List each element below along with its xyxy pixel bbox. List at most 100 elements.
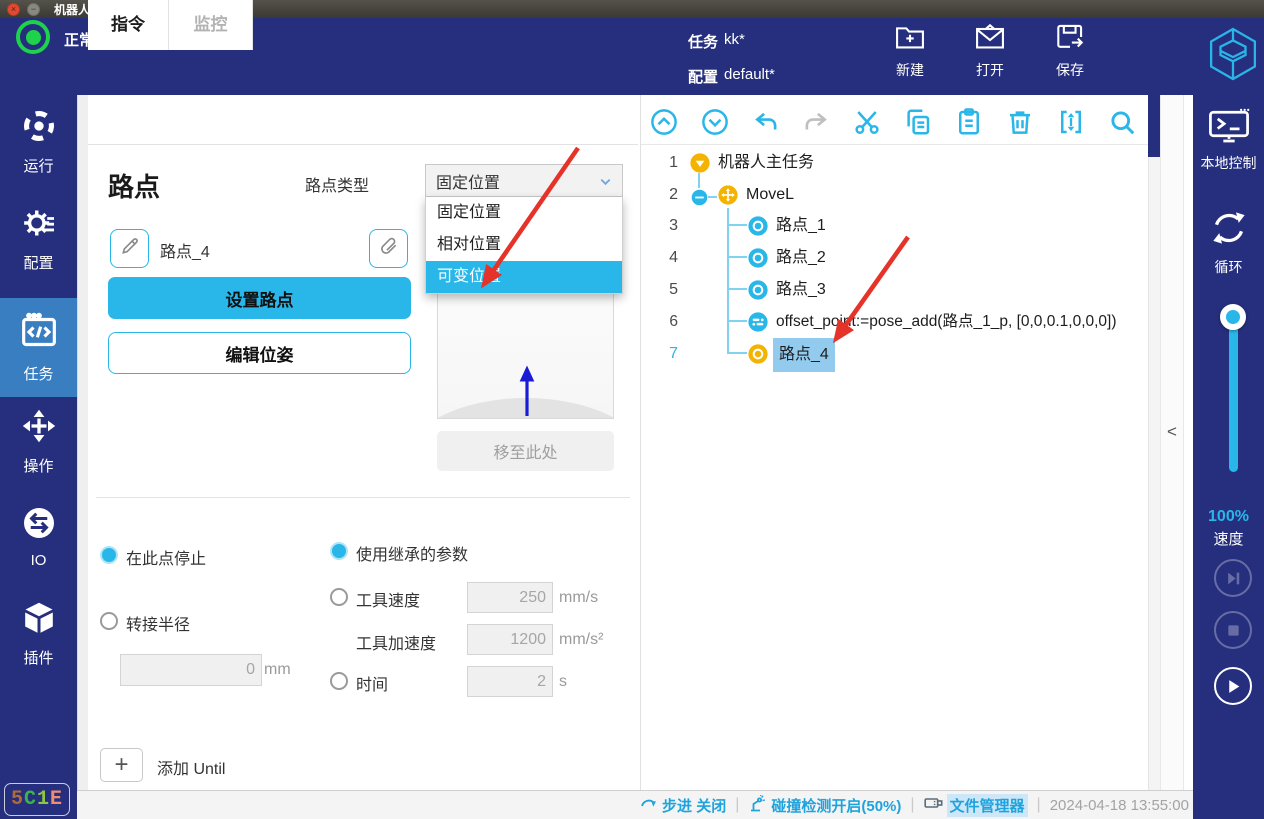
blend-radius-label: 转接半径 <box>126 611 190 635</box>
sidebar-item-run[interactable]: 运行 <box>0 108 77 182</box>
cut-button[interactable] <box>849 104 885 140</box>
move-here-button[interactable]: 移至此处 <box>437 431 614 471</box>
tree-node-label: offset_point:=pose_add(路点_1_p, [0,0,0.1,… <box>776 306 1117 338</box>
step-mode-status[interactable]: 步进 关闭 <box>640 795 726 816</box>
tab-monitor[interactable]: 监控 <box>169 0 253 50</box>
collapse-panel-button[interactable]: < <box>1164 420 1180 444</box>
stop-here-label: 在此点停止 <box>126 545 206 569</box>
tool-accel-unit: mm/s² <box>559 631 603 649</box>
open-button[interactable]: 打开 <box>963 22 1017 80</box>
speed-slider-track[interactable] <box>1229 316 1238 472</box>
panel-gap <box>77 95 88 819</box>
line-number: 6 <box>640 306 678 338</box>
inherit-params-radio[interactable] <box>330 542 348 560</box>
waypoint-type-dropdown: 固定位置 相对位置 可变位置 <box>425 197 623 294</box>
new-button[interactable]: 新建 <box>883 22 937 80</box>
edit-pose-button[interactable]: 编辑位姿 <box>108 332 411 374</box>
sidebar-item-io[interactable]: IO <box>0 505 77 579</box>
line-number: 5 <box>640 274 678 306</box>
blend-radius-input[interactable] <box>120 654 262 686</box>
search-icon[interactable] <box>1104 104 1140 140</box>
step-mode-icon <box>640 796 658 815</box>
tree-row-waypoint4-selected[interactable]: 7 路点_4 <box>640 338 1140 370</box>
config-value: default* <box>724 66 775 83</box>
set-waypoint-button[interactable]: 设置路点 <box>108 277 411 319</box>
window-minimize-button[interactable]: − <box>27 3 40 16</box>
add-until-label: 添加 Until <box>157 755 225 779</box>
pencil-icon <box>120 236 140 261</box>
time-radio[interactable] <box>330 672 348 690</box>
stop-button[interactable] <box>1214 611 1252 649</box>
speed-slider-thumb[interactable] <box>1220 304 1246 330</box>
tree-row-movel[interactable]: 2 MoveL <box>640 179 1140 211</box>
rename-button[interactable] <box>110 229 149 268</box>
status-separator: | <box>735 796 739 814</box>
tree-node-label: 路点_4 <box>773 338 835 372</box>
sidebar-item-operate[interactable]: 操作 <box>0 408 77 482</box>
insert-button[interactable] <box>1053 104 1089 140</box>
step-forward-button[interactable] <box>1214 559 1252 597</box>
move-up-button[interactable] <box>646 104 682 140</box>
tool-accel-input[interactable] <box>467 624 553 655</box>
move-down-button[interactable] <box>697 104 733 140</box>
sidebar-item-config[interactable]: 配置 <box>0 205 77 279</box>
device-code-badge: 5C1E <box>4 783 70 816</box>
brand-logo-icon <box>1208 26 1258 87</box>
window-close-button[interactable]: × <box>7 3 20 16</box>
tree-node-label: 路点_3 <box>776 274 826 306</box>
chevron-down-icon <box>598 174 613 194</box>
tree-node-label: 路点_2 <box>776 242 826 274</box>
page-title: 路点 <box>108 167 160 204</box>
save-button[interactable]: 保存 <box>1043 22 1097 80</box>
loop-button[interactable]: 循环 <box>1193 208 1264 277</box>
tabbar-divider <box>88 144 638 145</box>
tool-speed-unit: mm/s <box>559 589 598 607</box>
blend-radius-unit: mm <box>264 661 291 679</box>
status-separator: | <box>910 796 914 814</box>
section-divider <box>96 497 630 498</box>
tree-row-assignment[interactable]: 6 offset_point:=pose_add(路点_1_p, [0,0,0.… <box>640 306 1160 338</box>
tree-scrollbar-thumb[interactable] <box>1148 95 1160 157</box>
waypoint-selected-icon <box>747 343 769 377</box>
undo-button[interactable] <box>748 104 784 140</box>
time-label: 时间 <box>356 671 388 695</box>
play-button[interactable] <box>1214 667 1252 705</box>
config-label: 配置 <box>688 66 718 87</box>
sidebar-item-plugin[interactable]: 插件 <box>0 600 77 674</box>
dropdown-option-relative[interactable]: 相对位置 <box>426 229 622 261</box>
dropdown-option-fixed[interactable]: 固定位置 <box>426 197 622 229</box>
tree-row-waypoint1[interactable]: 3 路点_1 <box>640 210 1140 242</box>
tree-node-label: 机器人主任务 <box>718 147 814 179</box>
copy-button[interactable] <box>900 104 936 140</box>
blend-radius-radio[interactable] <box>100 612 118 630</box>
redo-button[interactable] <box>798 104 834 140</box>
line-number: 4 <box>640 242 678 274</box>
tool-speed-input[interactable] <box>467 582 553 613</box>
add-until-button[interactable]: + <box>100 748 143 782</box>
local-control-button[interactable]: 本地控制 <box>1193 108 1264 173</box>
tool-speed-radio[interactable] <box>330 588 348 606</box>
stop-here-radio[interactable] <box>100 546 118 564</box>
waypoint-name: 路点_4 <box>160 238 210 262</box>
paperclip-icon <box>379 236 399 261</box>
time-input[interactable] <box>467 666 553 697</box>
dropdown-option-variable[interactable]: 可变位置 <box>426 261 622 293</box>
waypoint-type-select[interactable]: 固定位置 <box>425 164 623 197</box>
paste-button[interactable] <box>951 104 987 140</box>
sidebar-item-task[interactable]: 任务 <box>0 298 77 397</box>
collision-icon <box>748 795 767 816</box>
gear-icon <box>21 205 57 245</box>
link-variable-button[interactable] <box>369 229 408 268</box>
collision-status[interactable]: 碰撞检测开启(50%) <box>748 795 901 816</box>
tree-row-root[interactable]: 1 机器人主任务 <box>640 147 1140 179</box>
loop-icon <box>1209 208 1249 251</box>
open-file-icon <box>974 39 1006 56</box>
tab-instruction[interactable]: 指令 <box>88 0 169 50</box>
tree-row-waypoint3[interactable]: 5 路点_3 <box>640 274 1140 306</box>
file-manager-status[interactable]: 文件管理器 <box>924 794 1028 817</box>
tree-scrollbar[interactable] <box>1148 95 1160 790</box>
delete-button[interactable] <box>1002 104 1038 140</box>
cube-icon <box>21 600 57 640</box>
speed-label: 速度 <box>1193 528 1264 549</box>
tree-row-waypoint2[interactable]: 4 路点_2 <box>640 242 1140 274</box>
